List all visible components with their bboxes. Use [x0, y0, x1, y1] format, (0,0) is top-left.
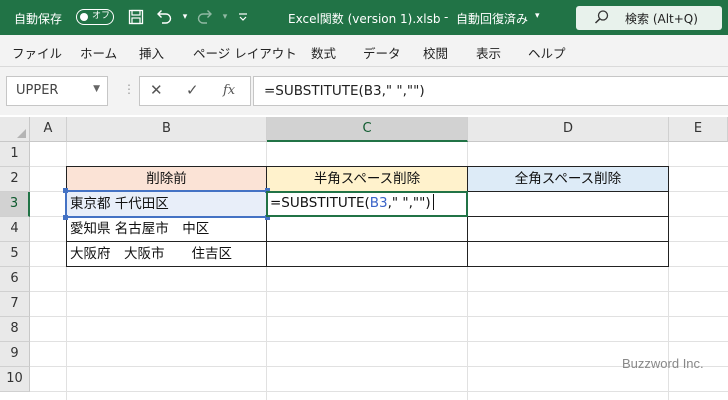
column-header-d[interactable]: D: [468, 117, 669, 142]
cell-c5[interactable]: [266, 241, 468, 267]
tab-data[interactable]: データ: [363, 43, 401, 62]
name-box[interactable]: UPPER ▼: [6, 76, 108, 106]
worksheet-grid[interactable]: A B C D E 1 2 3 4 5 6 7 8 9 10 削除前 半角スペー…: [0, 115, 728, 400]
save-icon[interactable]: [127, 8, 145, 26]
enter-icon[interactable]: ✓: [186, 81, 199, 99]
formula-buttons: ✕ ✓ fx: [139, 76, 251, 106]
cell-d3[interactable]: [467, 191, 669, 217]
search-box[interactable]: 検索 (Alt+Q): [576, 6, 722, 30]
row-header-8[interactable]: 8: [0, 317, 30, 342]
undo-icon[interactable]: [155, 8, 173, 26]
toggle-knob: [80, 12, 88, 21]
tab-insert[interactable]: 挿入: [139, 43, 164, 62]
text-cursor: [432, 194, 434, 210]
row-header-4[interactable]: 4: [0, 217, 30, 242]
gridline: [30, 341, 728, 342]
gridline: [30, 391, 728, 392]
search-icon: [594, 9, 610, 29]
edit-reference: B3: [369, 195, 388, 211]
title-separator: -: [444, 10, 449, 24]
document-title: Excel関数 (version 1).xlsb: [288, 12, 441, 26]
row-header-9[interactable]: 9: [0, 342, 30, 367]
tab-formulas[interactable]: 数式: [311, 43, 336, 62]
column-header-e[interactable]: E: [669, 117, 728, 142]
more-icon: ⋮: [123, 82, 135, 96]
autosave-state: オフ: [92, 11, 111, 21]
redo-icon[interactable]: [196, 8, 214, 26]
cancel-icon[interactable]: ✕: [150, 81, 163, 99]
range-handle[interactable]: [63, 188, 68, 193]
tab-help[interactable]: ヘルプ: [528, 43, 566, 62]
watermark: Buzzword Inc.: [622, 356, 704, 371]
chevron-down-icon[interactable]: ▾: [535, 11, 540, 21]
cell-b5[interactable]: 大阪府 大阪市 住吉区: [66, 241, 267, 267]
column-header-a[interactable]: A: [30, 117, 67, 142]
formula-bar: UPPER ▼ ⋮ ✕ ✓ fx =SUBSTITUTE(B3," ",""): [0, 67, 728, 115]
chevron-down-icon[interactable]: ▼: [93, 84, 100, 94]
search-placeholder: 検索 (Alt+Q): [625, 12, 698, 26]
row-header-5[interactable]: 5: [0, 242, 30, 267]
autosave-label: 自動保存: [14, 12, 63, 26]
insert-function-icon[interactable]: fx: [223, 83, 235, 98]
edit-suffix: ," ",""): [387, 195, 431, 211]
cell-d4[interactable]: [467, 216, 669, 242]
tab-page-layout[interactable]: ページ レイアウト: [193, 43, 297, 62]
column-header-b[interactable]: B: [67, 117, 267, 142]
row-header-1[interactable]: 1: [0, 142, 30, 167]
cell-c4[interactable]: [266, 216, 468, 242]
ribbon-tabs: ファイル ホーム 挿入 ページ レイアウト 数式 データ 校閲 表示 ヘルプ: [0, 35, 728, 67]
title-bar: 自動保存 オフ ▾ ▾ Excel関数 (version 1).xlsb - 自…: [0, 0, 728, 35]
select-all-button[interactable]: [0, 117, 30, 142]
tab-file[interactable]: ファイル: [12, 43, 62, 62]
header-cell-fullwidth[interactable]: 全角スペース削除: [467, 166, 669, 192]
gridline: [30, 291, 728, 292]
cell-d5[interactable]: [467, 241, 669, 267]
document-status: 自動回復済み: [456, 12, 529, 26]
row-header-2[interactable]: 2: [0, 167, 30, 192]
tab-review[interactable]: 校閲: [423, 43, 448, 62]
autosave-toggle[interactable]: オフ: [76, 9, 114, 25]
select-all-triangle-icon: [17, 129, 26, 138]
name-box-value: UPPER: [16, 83, 59, 98]
formula-text: =SUBSTITUTE(B3," ",""): [264, 83, 425, 99]
gridline: [30, 316, 728, 317]
redo-dropdown-icon[interactable]: ▾: [216, 8, 234, 26]
edit-prefix: =SUBSTITUTE(: [270, 195, 370, 211]
row-header-6[interactable]: 6: [0, 267, 30, 292]
row-header-7[interactable]: 7: [0, 292, 30, 317]
row-header-3[interactable]: 3: [0, 192, 30, 217]
reference-highlight: [63, 188, 270, 220]
column-header-c[interactable]: C: [267, 117, 468, 142]
header-cell-halfwidth[interactable]: 半角スペース削除: [266, 166, 468, 192]
cell-edit-text: =SUBSTITUTE(B3," ",""): [270, 193, 434, 214]
tab-view[interactable]: 表示: [476, 43, 501, 62]
active-cell-c3[interactable]: =SUBSTITUTE(B3," ",""): [266, 191, 468, 217]
formula-input[interactable]: =SUBSTITUTE(B3," ",""): [253, 76, 728, 106]
tab-home[interactable]: ホーム: [80, 43, 117, 62]
row-header-10[interactable]: 10: [0, 367, 30, 392]
undo-dropdown-icon[interactable]: ▾: [176, 8, 194, 26]
customize-toolbar-icon[interactable]: [234, 8, 252, 26]
range-handle[interactable]: [63, 215, 68, 220]
header-cell-before[interactable]: 削除前: [66, 166, 267, 192]
cell-b4[interactable]: 愛知県 名古屋市 中区: [66, 216, 267, 242]
